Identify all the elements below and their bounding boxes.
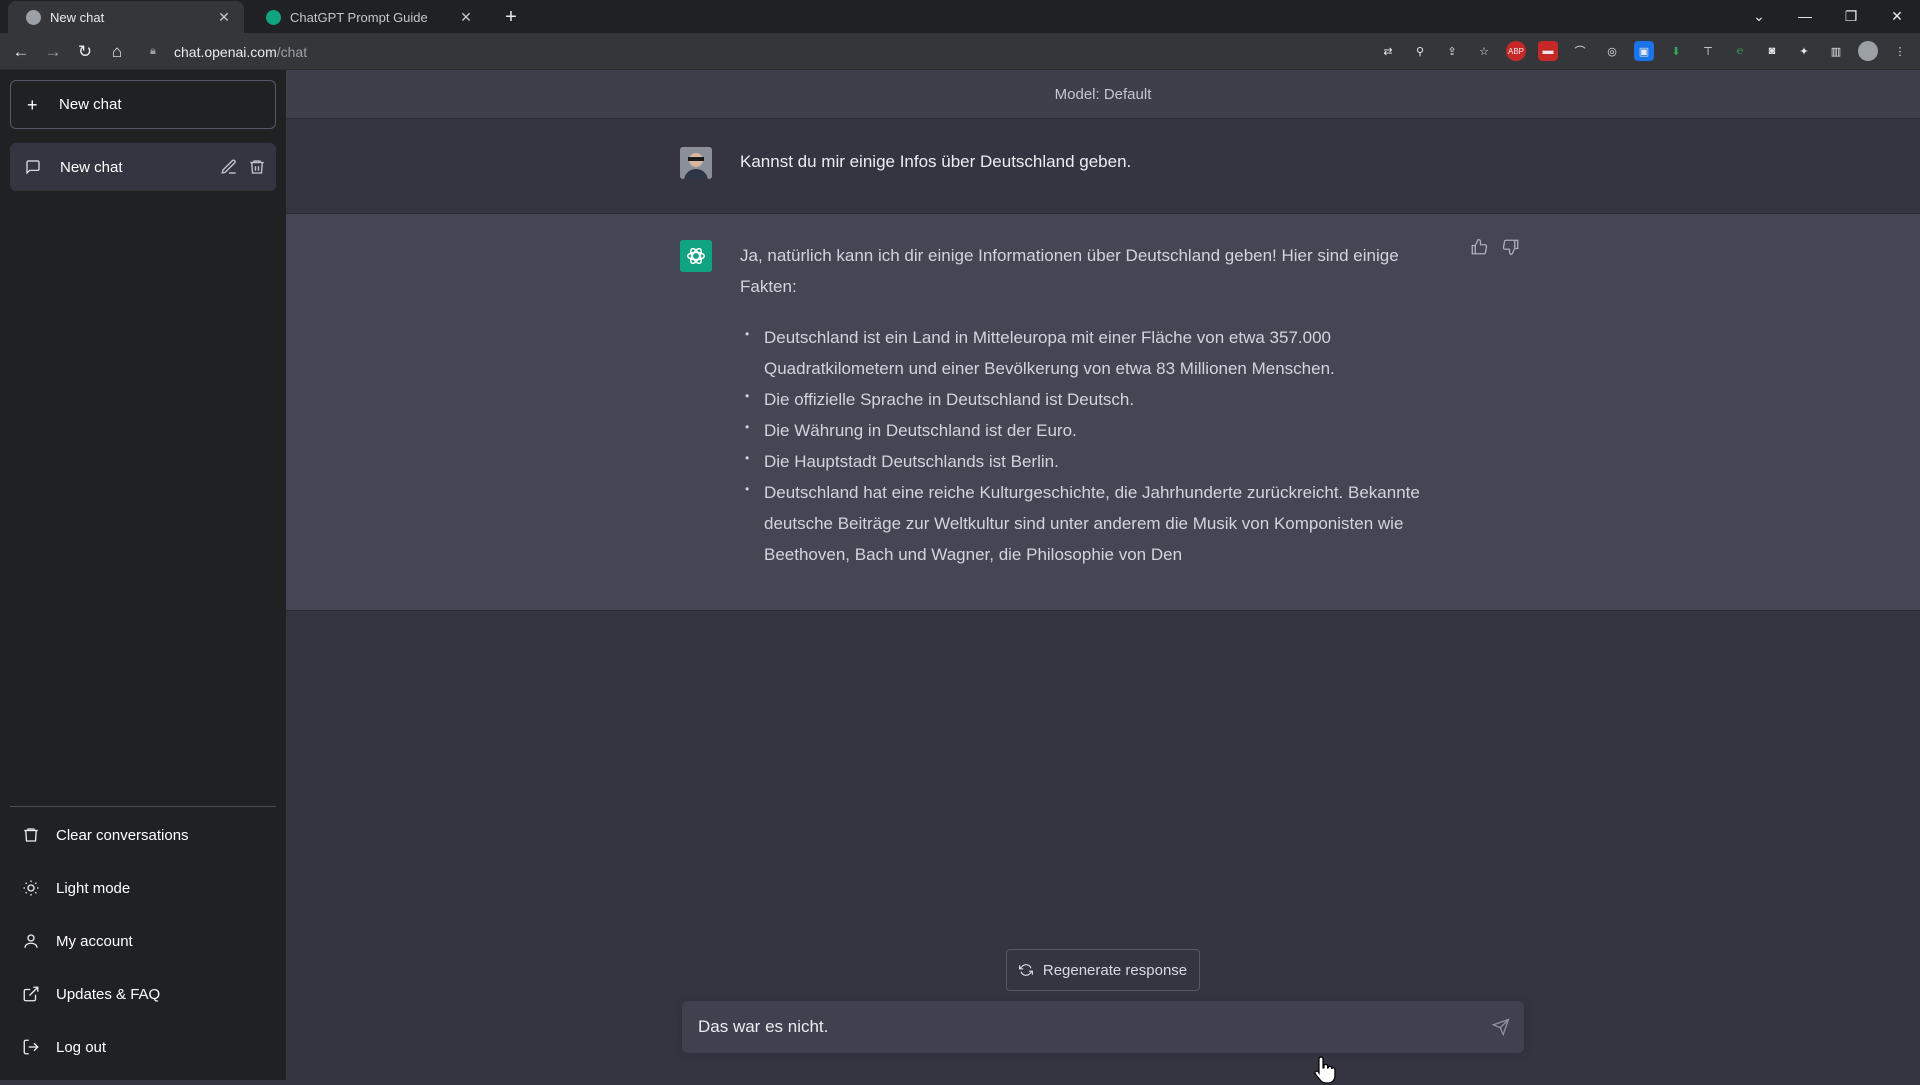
regenerate-label: Regenerate response bbox=[1042, 961, 1188, 979]
hand-cursor-icon bbox=[1314, 1056, 1336, 1084]
log-out-button[interactable]: Log out bbox=[10, 1024, 276, 1070]
list-item: Die Hauptstadt Deutschlands ist Berlin. bbox=[745, 443, 1440, 477]
light-mode-button[interactable]: Light mode bbox=[10, 865, 276, 911]
puzzle-icon[interactable]: ✦ bbox=[1794, 41, 1814, 61]
regenerate-response-button[interactable]: Regenerate response bbox=[1006, 949, 1200, 991]
conversation-area: Model: Default Kannst du mir einige Info… bbox=[286, 70, 1920, 1084]
model-label: Model: Default bbox=[286, 70, 1920, 119]
window-close-icon[interactable]: ✕ bbox=[1880, 4, 1914, 28]
tab-favicon-icon bbox=[266, 9, 281, 25]
assistant-message-row: Ja, natürlich kann ich dir einige Inform… bbox=[286, 214, 1920, 611]
menu-label: My account bbox=[56, 932, 133, 950]
thumbs-up-icon[interactable] bbox=[1470, 238, 1488, 256]
tab-close-icon[interactable]: ✕ bbox=[216, 9, 232, 25]
user-message-text: Kannst du mir einige Infos über Deutschl… bbox=[740, 152, 1132, 171]
feedback-buttons bbox=[1470, 238, 1520, 256]
delete-icon[interactable] bbox=[248, 158, 266, 176]
new-chat-label: New chat bbox=[59, 96, 122, 113]
share-icon[interactable]: ⇪ bbox=[1442, 41, 1462, 61]
tab-search-chevron-icon[interactable]: ⌄ bbox=[1742, 4, 1776, 28]
plus-icon: + bbox=[27, 94, 38, 115]
url-domain: chat.openai.com bbox=[174, 43, 277, 60]
menu-label: Clear conversations bbox=[56, 826, 189, 844]
trash-icon bbox=[24, 828, 38, 842]
list-item: Deutschland ist ein Land in Mitteleuropa… bbox=[745, 319, 1440, 384]
forward-icon[interactable]: → bbox=[41, 40, 65, 64]
reload-icon[interactable]: ↻ bbox=[73, 40, 97, 64]
menu-label: Updates & FAQ bbox=[56, 985, 161, 1003]
bookmark-star-icon[interactable]: ☆ bbox=[1474, 41, 1494, 61]
back-icon[interactable]: ← bbox=[9, 40, 33, 64]
extension-blue-icon[interactable]: ▣ bbox=[1634, 41, 1654, 61]
refresh-icon bbox=[1018, 964, 1033, 976]
tab-new-chat[interactable]: New chat ✕ bbox=[8, 1, 244, 33]
external-link-icon bbox=[23, 986, 39, 1002]
translate-icon[interactable]: ⇄ bbox=[1378, 41, 1398, 61]
extension-e-icon[interactable]: ℮ bbox=[1730, 41, 1750, 61]
thumbs-down-icon[interactable] bbox=[1502, 238, 1520, 256]
download-arrow-icon[interactable]: ⬇ bbox=[1666, 41, 1686, 61]
address-bar[interactable]: 🔒︎ chat.openai.com /chat bbox=[140, 37, 1390, 66]
message-input[interactable] bbox=[682, 1001, 1472, 1053]
sidebar: + New chat New chat Clear conversations … bbox=[0, 70, 286, 1080]
sidebar-divider bbox=[10, 806, 276, 807]
openai-logo-icon bbox=[687, 247, 705, 265]
browser-toolbar: ← → ↻ ⌂ 🔒︎ chat.openai.com /chat ⇄ ⚲ ⇪ ☆… bbox=[0, 33, 1920, 70]
sun-icon bbox=[23, 880, 39, 896]
restore-icon[interactable]: ❐ bbox=[1834, 4, 1868, 28]
new-chat-button[interactable]: + New chat bbox=[10, 80, 276, 129]
globe-icon[interactable]: ◎ bbox=[1602, 41, 1622, 61]
my-account-button[interactable]: My account bbox=[10, 918, 276, 964]
tab-label: ChatGPT Prompt Guide bbox=[290, 9, 428, 25]
user-photo-icon bbox=[680, 147, 712, 179]
tab-label: New chat bbox=[50, 9, 105, 25]
updates-faq-button[interactable]: Updates & FAQ bbox=[10, 971, 276, 1017]
list-item: Die Währung in Deutschland ist der Euro. bbox=[745, 412, 1440, 446]
extension-wave-icon[interactable]: ⌒ bbox=[1570, 41, 1590, 61]
clear-conversations-button[interactable]: Clear conversations bbox=[10, 812, 276, 858]
user-avatar bbox=[680, 147, 712, 179]
assistant-avatar bbox=[680, 240, 712, 272]
list-item: Deutschland hat eine reiche Kulturgeschi… bbox=[745, 474, 1440, 570]
lock-icon: 🔒︎ bbox=[150, 44, 156, 57]
minimize-icon[interactable]: — bbox=[1788, 4, 1822, 28]
tab-chatgpt-prompt-guide[interactable]: ChatGPT Prompt Guide ✕ bbox=[248, 1, 486, 33]
assistant-bullet-list: Deutschland ist ein Land in Mitteleuropa… bbox=[740, 319, 1440, 570]
browser-titlebar: New chat ✕ ChatGPT Prompt Guide ✕ + ⌄ — … bbox=[0, 0, 1920, 33]
home-icon[interactable]: ⌂ bbox=[105, 40, 129, 64]
new-tab-button[interactable]: + bbox=[500, 7, 522, 29]
user-message-row: Kannst du mir einige Infos über Deutschl… bbox=[286, 119, 1920, 214]
zoom-icon[interactable]: ⚲ bbox=[1410, 41, 1430, 61]
assistant-message-text: Ja, natürlich kann ich dir einige Inform… bbox=[740, 240, 1440, 570]
menu-label: Log out bbox=[56, 1038, 107, 1056]
extension-pin-icon[interactable]: ⊤ bbox=[1698, 41, 1718, 61]
send-icon[interactable] bbox=[1492, 1018, 1510, 1036]
list-item: Die offizielle Sprache in Deutschland is… bbox=[745, 381, 1440, 415]
logout-icon bbox=[23, 1039, 39, 1055]
message-composer bbox=[682, 1001, 1524, 1053]
profile-avatar-icon[interactable] bbox=[1858, 41, 1878, 61]
camera-icon[interactable]: ◙ bbox=[1762, 41, 1782, 61]
menu-label: Light mode bbox=[56, 879, 131, 897]
tab-favicon-icon bbox=[26, 9, 41, 25]
adblock-icon[interactable]: ABP bbox=[1506, 41, 1526, 61]
extensions-area: ⇄ ⚲ ⇪ ☆ ABP ▬ ⌒ ◎ ▣ ⬇ ⊤ ℮ ◙ ✦ ▥ ⋮ bbox=[1378, 41, 1910, 61]
extension-red-icon[interactable]: ▬ bbox=[1538, 41, 1558, 61]
edit-icon[interactable] bbox=[220, 158, 238, 176]
url-path: /chat bbox=[276, 43, 308, 60]
message-icon bbox=[26, 160, 40, 175]
user-icon bbox=[24, 934, 38, 948]
sidebar-chat-item[interactable]: New chat bbox=[10, 143, 276, 191]
assistant-intro: Ja, natürlich kann ich dir einige Inform… bbox=[740, 246, 1399, 296]
tab-close-icon[interactable]: ✕ bbox=[458, 9, 474, 25]
side-panel-icon[interactable]: ▥ bbox=[1826, 41, 1846, 61]
browser-menu-icon[interactable]: ⋮ bbox=[1890, 41, 1910, 61]
sidebar-chat-label: New chat bbox=[60, 158, 123, 176]
